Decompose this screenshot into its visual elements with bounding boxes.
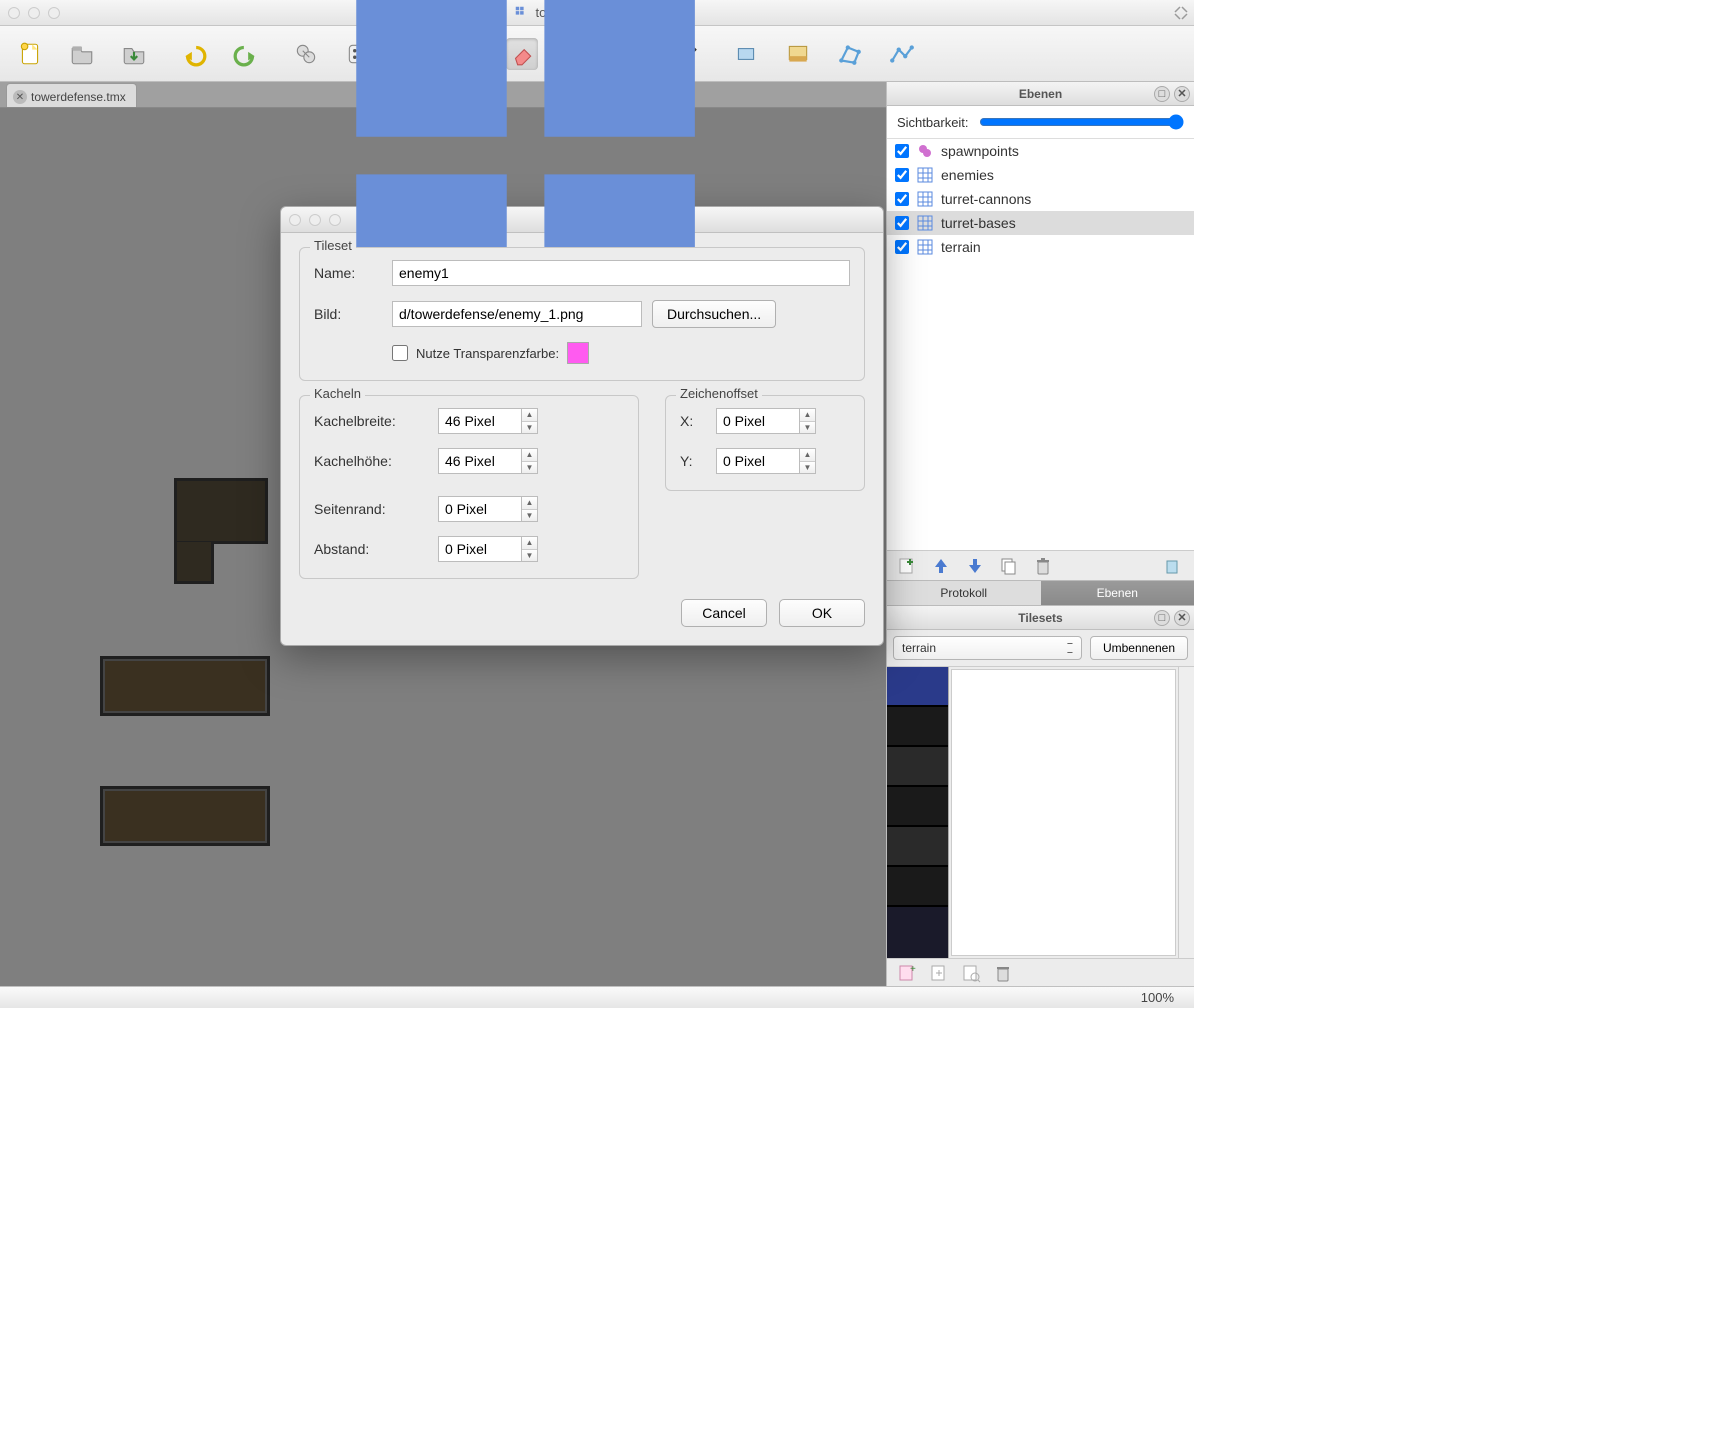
spin-down-icon[interactable]: ▼: [800, 462, 815, 474]
tile-width-label: Kachelbreite:: [314, 413, 428, 429]
margin-label: Seitenrand:: [314, 501, 428, 517]
spacing-label: Abstand:: [314, 541, 428, 557]
tile-width-input[interactable]: [438, 408, 522, 434]
spin-up-icon[interactable]: ▲: [522, 409, 537, 422]
tile-width-spinner[interactable]: ▲▼: [438, 408, 538, 434]
name-label: Name:: [314, 265, 382, 281]
group-legend: Tileset: [310, 238, 356, 253]
dialog-button-row: Cancel OK: [299, 599, 865, 627]
tile-height-input[interactable]: [438, 448, 522, 474]
name-input[interactable]: [392, 260, 850, 286]
use-transparency-label: Nutze Transparenzfarbe:: [416, 346, 559, 361]
tiles-group: Kacheln Kachelbreite: ▲▼ Kachelhöhe: ▲▼ …: [299, 395, 639, 579]
tileset-group: Tileset Name: Bild: Durchsuchen... Nutze…: [299, 247, 865, 381]
spin-down-icon[interactable]: ▼: [522, 550, 537, 562]
margin-input[interactable]: [438, 496, 522, 522]
spin-up-icon[interactable]: ▲: [522, 537, 537, 550]
tile-height-label: Kachelhöhe:: [314, 453, 428, 469]
modal-overlay: Neues Tileset Tileset Name: Bild: Durchs…: [0, 0, 1194, 1008]
image-label: Bild:: [314, 306, 382, 322]
offset-x-input[interactable]: [716, 408, 800, 434]
spin-down-icon[interactable]: ▼: [800, 422, 815, 434]
group-legend: Kacheln: [310, 386, 365, 401]
spin-up-icon[interactable]: ▲: [800, 449, 815, 462]
offset-x-label: X:: [680, 413, 706, 429]
dialog-titlebar[interactable]: Neues Tileset: [281, 207, 883, 233]
margin-spinner[interactable]: ▲▼: [438, 496, 538, 522]
spacing-input[interactable]: [438, 536, 522, 562]
spin-up-icon[interactable]: ▲: [522, 497, 537, 510]
offset-y-input[interactable]: [716, 448, 800, 474]
spacing-spinner[interactable]: ▲▼: [438, 536, 538, 562]
spin-down-icon[interactable]: ▼: [522, 510, 537, 522]
transparency-color-swatch[interactable]: [567, 342, 589, 364]
spin-up-icon[interactable]: ▲: [522, 449, 537, 462]
group-legend: Zeichenoffset: [676, 386, 762, 401]
ok-button[interactable]: OK: [779, 599, 865, 627]
cancel-button[interactable]: Cancel: [681, 599, 767, 627]
tile-height-spinner[interactable]: ▲▼: [438, 448, 538, 474]
spin-up-icon[interactable]: ▲: [800, 409, 815, 422]
spin-down-icon[interactable]: ▼: [522, 462, 537, 474]
offset-y-label: Y:: [680, 453, 706, 469]
new-tileset-dialog: Neues Tileset Tileset Name: Bild: Durchs…: [280, 206, 884, 646]
spin-down-icon[interactable]: ▼: [522, 422, 537, 434]
browse-button[interactable]: Durchsuchen...: [652, 300, 776, 328]
offset-y-spinner[interactable]: ▲▼: [716, 448, 816, 474]
dialog-body: Tileset Name: Bild: Durchsuchen... Nutze…: [281, 233, 883, 645]
offset-group: Zeichenoffset X: ▲▼ Y: ▲▼: [665, 395, 865, 491]
use-transparency-checkbox[interactable]: [392, 345, 408, 361]
offset-x-spinner[interactable]: ▲▼: [716, 408, 816, 434]
image-input[interactable]: [392, 301, 642, 327]
